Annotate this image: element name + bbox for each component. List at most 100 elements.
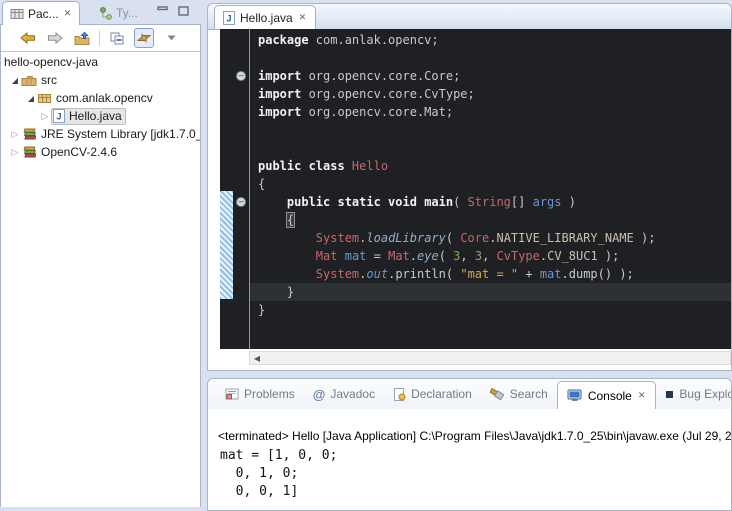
- code-line: [250, 139, 731, 157]
- tab-label: Ty...: [116, 6, 138, 20]
- close-icon[interactable]: ✕: [637, 390, 647, 401]
- code-token: (: [446, 231, 460, 245]
- code-line: Mat mat = Mat.eye( 3, 3, CvType.CV_8UC1 …: [250, 247, 731, 265]
- code-token: org.opencv.core.CvType;: [301, 87, 474, 101]
- java-file-icon: J: [53, 109, 65, 123]
- tab-label: Console: [588, 389, 632, 403]
- code-line: [250, 49, 731, 67]
- folding-ruler: ––: [233, 29, 250, 349]
- code-token: loadLibrary: [366, 231, 445, 245]
- tab-label: Bug Explorer: [679, 387, 732, 401]
- code-token: Hello: [352, 159, 388, 173]
- problems-icon: [225, 388, 239, 400]
- code-token: println: [395, 267, 446, 281]
- tab-hello-java[interactable]: J Hello.java ✕: [214, 5, 316, 29]
- tree-item-src[interactable]: ◢src: [1, 71, 200, 89]
- tab-search[interactable]: Search: [481, 379, 557, 409]
- code-token: import: [258, 105, 301, 119]
- tab-javadoc[interactable]: @Javadoc: [304, 379, 384, 409]
- tree-item-hello-java[interactable]: ▷JHello.java: [1, 107, 200, 125]
- scroll-left-arrow-icon[interactable]: ◀: [250, 352, 264, 364]
- editor-tab-strip: J Hello.java ✕: [208, 4, 731, 30]
- code-line: System.out.println( "mat = " + mat.dump(…: [250, 265, 731, 283]
- code-token: Mat: [388, 249, 410, 263]
- code-token: [337, 249, 344, 263]
- code-token: {: [258, 177, 265, 191]
- collapse-all-icon[interactable]: [107, 28, 127, 48]
- code-token: [258, 249, 316, 263]
- code-token: [258, 195, 287, 209]
- code-token: out: [366, 267, 388, 281]
- close-icon[interactable]: ✕: [63, 8, 73, 19]
- tab-label: Pac...: [28, 7, 59, 21]
- code-token: ): [562, 195, 576, 209]
- back-icon[interactable]: [18, 28, 38, 48]
- expanded-arrow-icon[interactable]: ◢: [9, 76, 21, 85]
- minimize-icon[interactable]: [157, 6, 168, 16]
- tab-declaration[interactable]: Declaration: [384, 379, 481, 409]
- console-view: Problems@JavadocDeclaration Search Console…: [207, 378, 732, 511]
- code-editor[interactable]: –– package com.anlak.opencv;import org.o…: [220, 29, 731, 349]
- fold-collapse-icon[interactable]: –: [236, 197, 246, 207]
- svg-text:J: J: [56, 112, 61, 122]
- code-line: public static void main( String[] args ): [250, 193, 731, 211]
- code-token: dump: [569, 267, 598, 281]
- library-icon: [21, 128, 37, 141]
- code-token: mat: [345, 249, 367, 263]
- tab-bug-explorer[interactable]: Bug Explorer: [656, 379, 732, 409]
- editor-horizontal-scrollbar[interactable]: ◀: [249, 351, 731, 365]
- code-token: eye: [417, 249, 439, 263]
- package-explorer-view: Pac... ✕ Ty... hello-opencv-java◢src◢com…: [0, 0, 201, 507]
- code-token: ,: [482, 249, 496, 263]
- code-token: Mat: [316, 249, 338, 263]
- forward-icon[interactable]: [45, 28, 65, 48]
- tree-item-content: OpenCV-2.4.6: [21, 145, 117, 159]
- code-token: ,: [460, 249, 474, 263]
- console-process-header: <terminated> Hello [Java Application] C:…: [218, 429, 731, 443]
- tree-item-label: com.anlak.opencv: [56, 91, 153, 105]
- code-token: () );: [598, 267, 634, 281]
- code-token: 3: [475, 249, 482, 263]
- tree-item-opencv-2-4-6[interactable]: ▷OpenCV-2.4.6: [1, 143, 200, 161]
- code-token: import: [258, 69, 301, 83]
- package-explorer-body: hello-opencv-java◢src◢com.anlak.opencv▷J…: [0, 24, 201, 507]
- code-line: import org.opencv.core.Mat;: [250, 103, 731, 121]
- package-explorer-icon: [10, 8, 24, 20]
- bottom-tab-strip: Problems@JavadocDeclaration Search Console…: [208, 379, 731, 409]
- fold-collapse-icon[interactable]: –: [236, 71, 246, 81]
- tree-item-hello-opencv-java[interactable]: hello-opencv-java: [1, 53, 200, 71]
- package-folder-icon: [21, 74, 37, 87]
- code-token: [258, 213, 287, 227]
- tree-item-com-anlak-opencv[interactable]: ◢ com.anlak.opencv: [1, 89, 200, 107]
- link-with-editor-icon[interactable]: [134, 28, 154, 48]
- tab-package-explorer[interactable]: Pac... ✕: [2, 1, 80, 25]
- tab-label: Search: [510, 387, 548, 401]
- tree-item-label: hello-opencv-java: [4, 55, 98, 69]
- type-hierarchy-icon: [99, 7, 112, 20]
- project-tree: hello-opencv-java◢src◢com.anlak.opencv▷J…: [1, 53, 200, 503]
- close-icon[interactable]: ✕: [298, 12, 308, 23]
- code-line: import org.opencv.core.Core;: [250, 67, 731, 85]
- view-menu-icon[interactable]: [161, 28, 181, 48]
- collapsed-arrow-icon[interactable]: ▷: [9, 129, 21, 140]
- collapsed-arrow-icon[interactable]: ▷: [9, 147, 21, 158]
- code-line: package com.anlak.opencv;: [250, 31, 731, 49]
- code-token: System: [316, 231, 359, 245]
- code-token: org.opencv.core.Core;: [301, 69, 460, 83]
- maximize-icon[interactable]: [178, 6, 189, 16]
- tab-problems[interactable]: Problems: [216, 379, 304, 409]
- tab-type-hierarchy[interactable]: Ty...: [92, 1, 145, 25]
- code-line: public class Hello: [250, 157, 731, 175]
- collapsed-arrow-icon[interactable]: ▷: [39, 111, 51, 122]
- tab-console[interactable]: Console ✕: [557, 381, 657, 409]
- code-line: System.loadLibrary( Core.NATIVE_LIBRARY_…: [250, 229, 731, 247]
- code-token: }: [258, 285, 294, 299]
- code-lines: package com.anlak.opencv; import org.open…: [250, 31, 731, 319]
- bug-square-icon: [665, 390, 674, 399]
- code-token: =: [366, 249, 388, 263]
- expanded-arrow-icon[interactable]: ◢: [25, 94, 37, 103]
- tree-item-jre-system-library-jdk1-7-0-25[interactable]: ▷JRE System Library [jdk1.7.0_25]: [1, 125, 200, 143]
- declaration-icon: [393, 388, 406, 401]
- up-icon[interactable]: [72, 28, 92, 48]
- code-token: (: [446, 267, 460, 281]
